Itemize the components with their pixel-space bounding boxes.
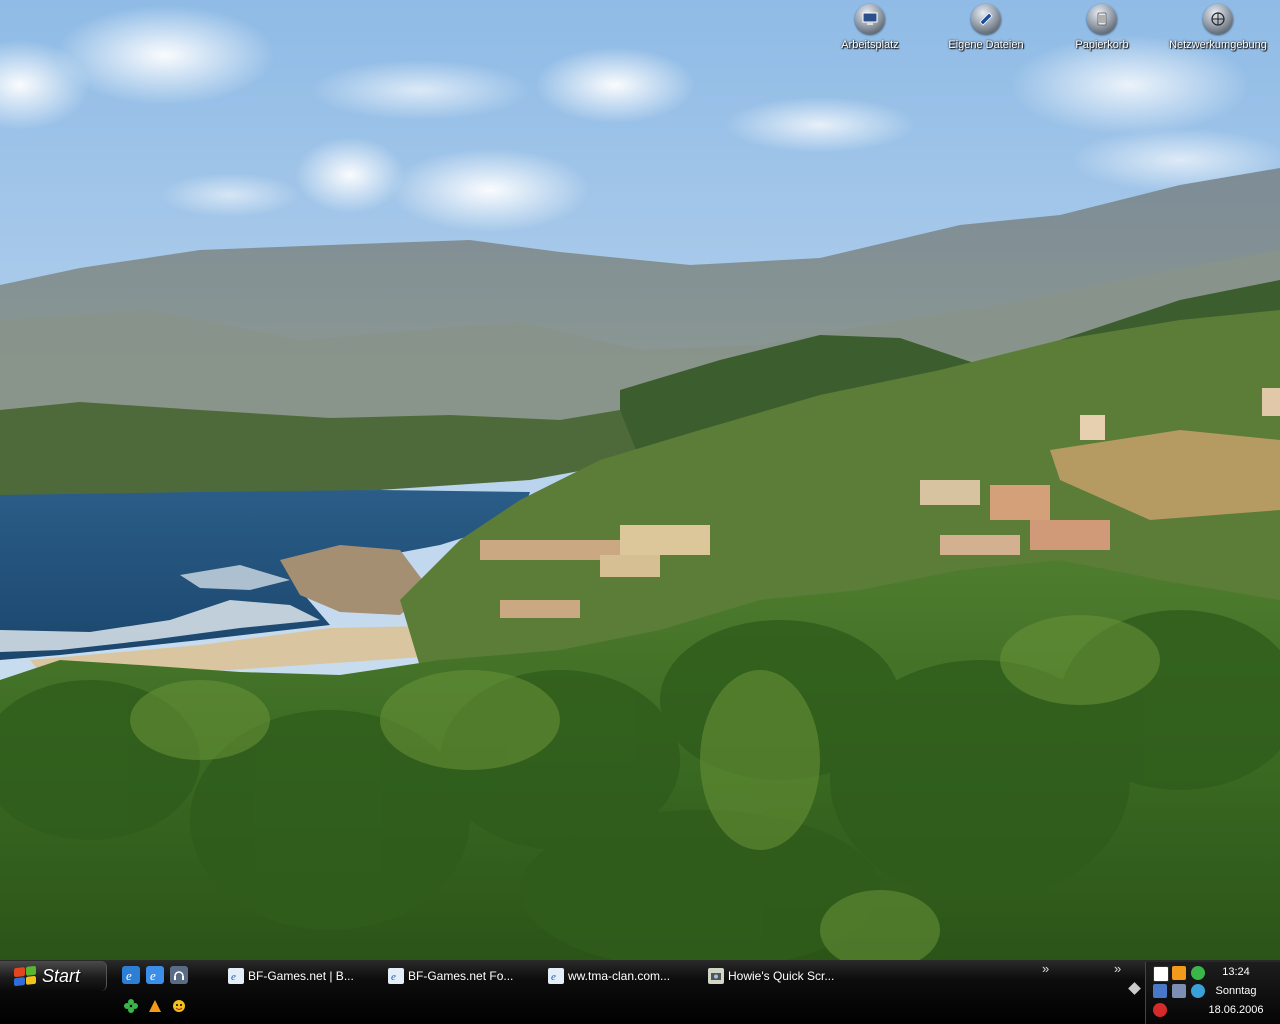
display-icon[interactable] xyxy=(1172,984,1186,998)
windows-logo-icon xyxy=(14,965,36,987)
messenger-icon[interactable] xyxy=(170,997,188,1015)
start-button[interactable]: Start xyxy=(0,961,107,991)
clover-icon[interactable] xyxy=(122,997,140,1015)
my-computer-icon xyxy=(855,4,885,34)
svg-text:e: e xyxy=(391,971,396,982)
taskbar-button[interactable]: Howie's Quick Scr... xyxy=(708,965,858,987)
desktop-icon-arbeitsplatz[interactable]: Arbeitsplatz xyxy=(815,4,925,51)
toolbar-overflow-chevron[interactable]: » xyxy=(1042,961,1049,976)
desktop-icon-eigene-dateien[interactable]: Eigene Dateien xyxy=(931,4,1041,51)
taskbar-button[interactable]: e ww.tma-clan.com... xyxy=(548,965,698,987)
system-tray: 13:24 Sonntag 18.06.2006 xyxy=(1145,962,1280,1024)
svg-text:e: e xyxy=(231,971,236,982)
ie-icon[interactable]: e xyxy=(146,966,164,984)
ie-page-icon: e xyxy=(548,968,564,984)
clock-day: Sonntag xyxy=(1215,985,1257,997)
calendar-icon[interactable] xyxy=(1153,966,1169,982)
taskbar-button[interactable]: e BF-Games.net | B... xyxy=(228,965,378,987)
toolbar-overflow-chevron[interactable]: » xyxy=(1114,961,1121,976)
clock-date: 18.06.2006 xyxy=(1208,1004,1264,1016)
network-icon[interactable] xyxy=(1153,984,1167,998)
svg-text:e: e xyxy=(126,968,132,982)
camera-icon xyxy=(708,968,724,984)
quick-launch-bar-row2 xyxy=(122,997,188,1015)
recycle-bin-icon xyxy=(1087,4,1117,34)
svg-text:e: e xyxy=(150,968,156,982)
ie-icon[interactable]: e xyxy=(122,966,140,984)
taskbar-button[interactable]: e BF-Games.net Fo... xyxy=(388,965,538,987)
app-icon[interactable] xyxy=(146,997,164,1015)
network-places-icon xyxy=(1203,4,1233,34)
winamp-icon[interactable] xyxy=(1172,966,1186,980)
my-documents-icon xyxy=(971,4,1001,34)
svg-text:e: e xyxy=(551,971,556,982)
media-player-icon[interactable] xyxy=(170,966,188,984)
quick-launch-bar: e e xyxy=(122,966,188,984)
desktop-icon-netzwerkumgebung[interactable]: Netzwerkumgebung xyxy=(1163,4,1273,51)
clock-time[interactable]: 13:24 xyxy=(1201,966,1271,978)
antivirus-icon[interactable] xyxy=(1153,1003,1167,1017)
ie-page-icon: e xyxy=(388,968,404,984)
desktop-icon-papierkorb[interactable]: Papierkorb xyxy=(1047,4,1157,51)
desktop-wallpaper xyxy=(0,0,1280,960)
ie-page-icon: e xyxy=(228,968,244,984)
